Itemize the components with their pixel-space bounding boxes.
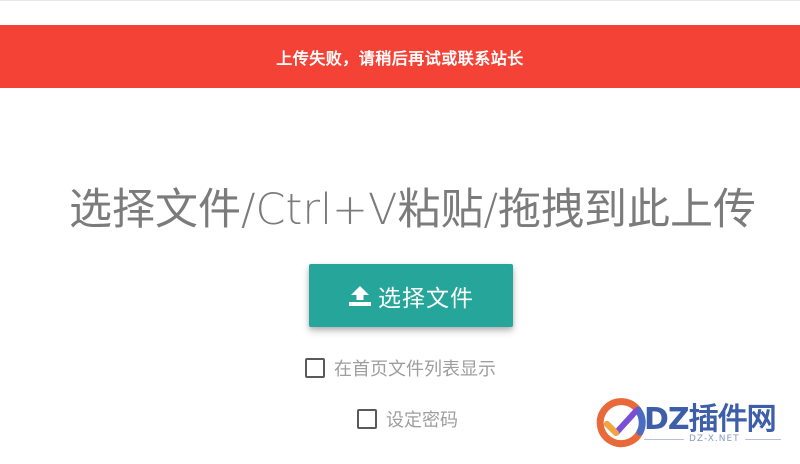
show-on-homepage-label: 在首页文件列表显示 — [334, 359, 496, 380]
show-on-homepage-option[interactable]: 在首页文件列表显示 — [305, 355, 496, 381]
upload-instructions: 选择文件/Ctrl+V粘贴/拖拽到此上传 — [69, 185, 756, 235]
set-password-option[interactable]: 设定密码 — [357, 406, 458, 432]
set-password-checkbox[interactable] — [357, 409, 377, 429]
upload-icon — [348, 285, 372, 307]
dz-logo-icon — [596, 398, 646, 448]
set-password-label: 设定密码 — [386, 410, 458, 431]
error-banner: 上传失败，请稍后再试或联系站长 — [0, 25, 800, 88]
error-message: 上传失败，请稍后再试或联系站长 — [276, 48, 524, 68]
site-watermark: DZ插件网 DZ-X.NET — [592, 392, 792, 454]
choose-file-button[interactable]: 选择文件 — [309, 264, 513, 327]
top-divider — [0, 0, 800, 1]
choose-file-label: 选择文件 — [378, 285, 474, 312]
upload-page: 上传失败，请稍后再试或联系站长 选择文件/Ctrl+V粘贴/拖拽到此上传 选择文… — [0, 0, 800, 464]
show-on-homepage-checkbox[interactable] — [305, 358, 325, 378]
watermark-brand: DZ插件网 — [644, 402, 777, 437]
watermark-domain: DZ-X.NET — [684, 434, 745, 444]
